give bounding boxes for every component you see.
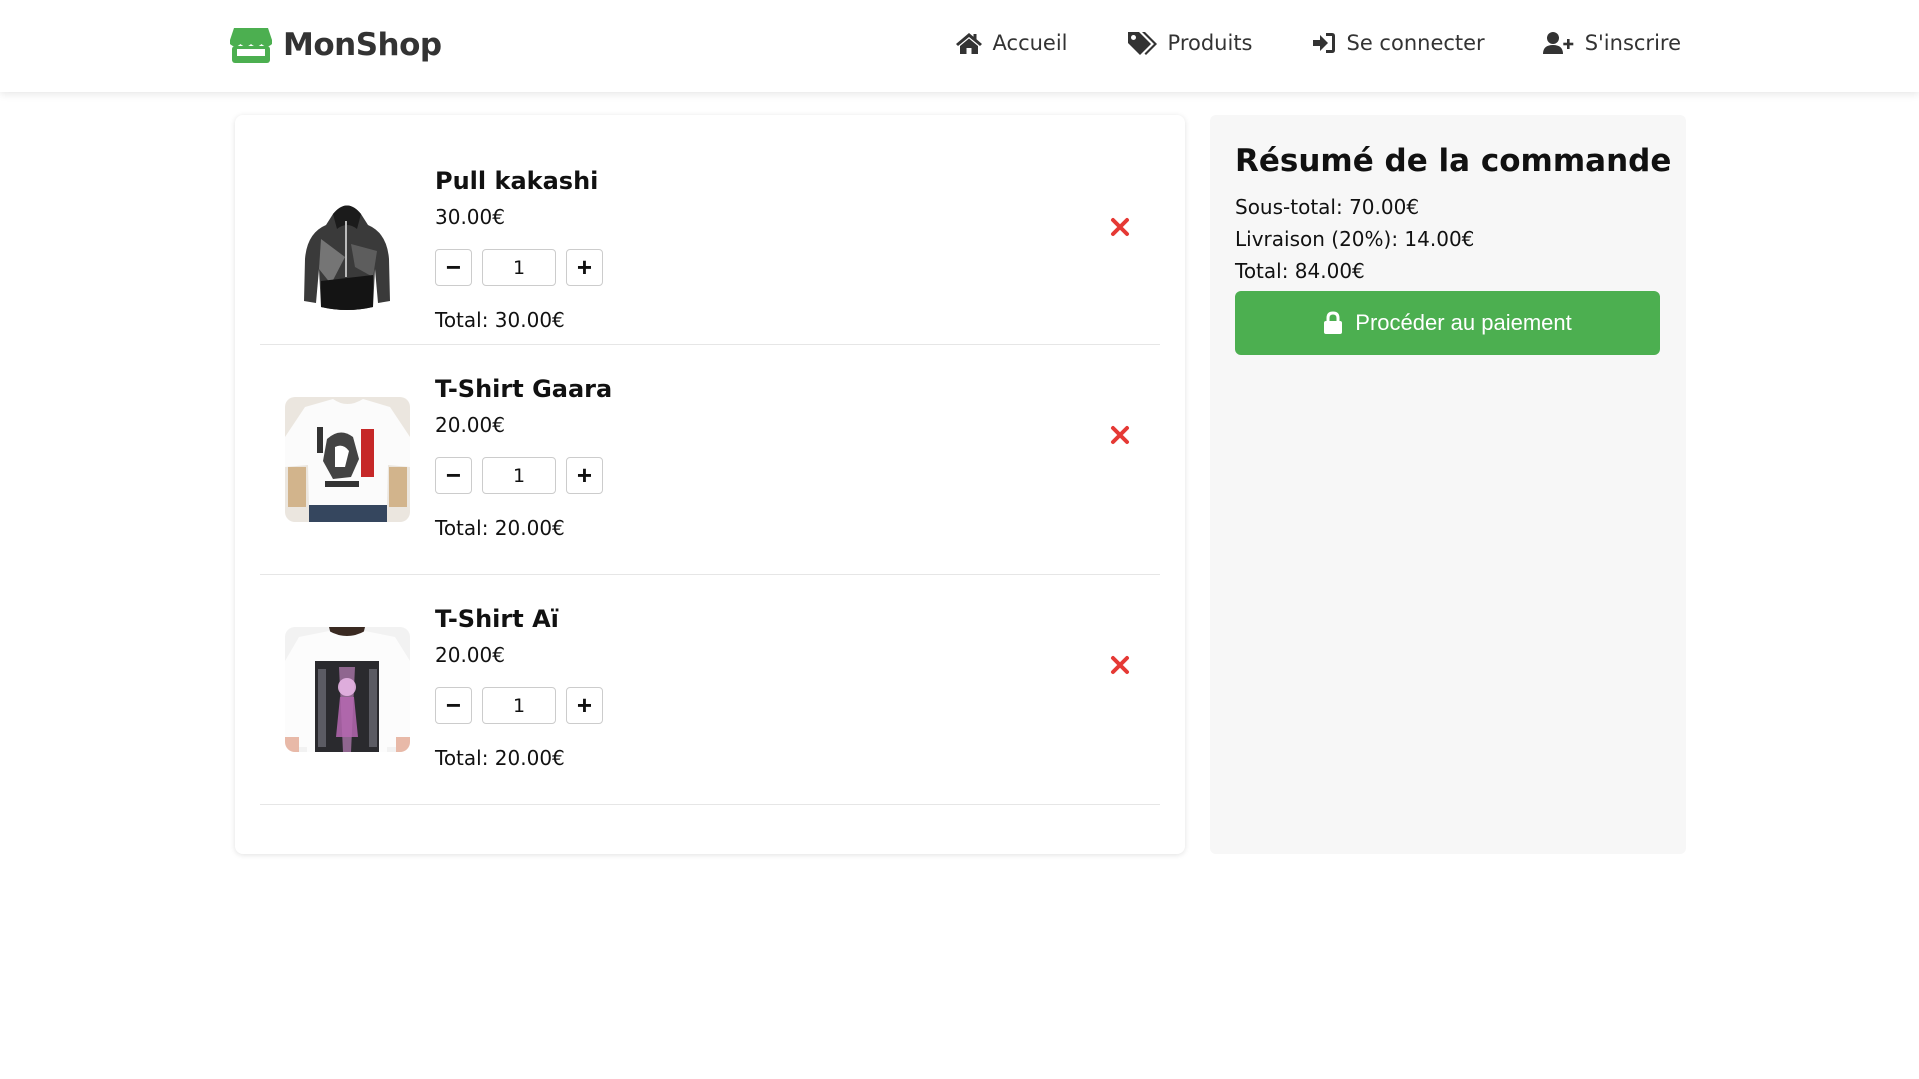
summary-subtotal: Sous-total: 70.00€ (1235, 195, 1420, 219)
close-icon (1111, 426, 1129, 444)
store-icon (230, 28, 272, 63)
summary-title: Résumé de la commande (1235, 143, 1672, 179)
cart-item: T-Shirt Aï 20.00€ − + Total: 20.00€ (260, 575, 1160, 805)
item-name: T-Shirt Gaara (435, 375, 613, 403)
home-icon (955, 33, 982, 54)
remove-item-button[interactable] (1105, 212, 1135, 242)
nav-label-sinscrire: S'inscrire (1584, 31, 1681, 55)
brand-name: MonShop (283, 27, 442, 63)
nav-links: Accueil Produits Se connecter S'inscrire (955, 30, 1681, 56)
lock-icon (1324, 311, 1343, 334)
quantity-stepper: − + (435, 457, 612, 494)
summary-shipping: Livraison (20%): 14.00€ (1235, 227, 1475, 251)
product-image-pull-kakashi (285, 189, 410, 314)
brand-logo[interactable]: MonShop (229, 26, 442, 64)
summary-total: Total: 84.00€ (1235, 259, 1365, 283)
order-summary: Résumé de la commande Sous-total: 70.00€… (1210, 115, 1686, 854)
product-image-tshirt-gaara (285, 397, 410, 522)
close-icon (1111, 656, 1129, 674)
quantity-stepper: − + (435, 249, 603, 286)
decrease-quantity-button[interactable]: − (435, 687, 472, 724)
remove-item-button[interactable] (1105, 420, 1135, 450)
increase-quantity-button[interactable]: + (566, 249, 603, 286)
product-image-tshirt-ai (285, 627, 410, 752)
item-price: 20.00€ (435, 413, 505, 437)
item-info: T-Shirt Aï 20.00€ − + Total: 20.00€ (435, 605, 603, 770)
nav-link-sinscrire[interactable]: S'inscrire (1542, 30, 1681, 56)
navbar: MonShop Accueil Produits Se connecter S'… (0, 0, 1919, 92)
remove-item-button[interactable] (1105, 650, 1135, 680)
item-info: Pull kakashi 30.00€ − + Total: 30.00€ (435, 167, 603, 332)
checkout-label: Procéder au paiement (1355, 310, 1572, 335)
item-name: T-Shirt Aï (435, 605, 559, 633)
nav-label-se-connecter: Se connecter (1346, 31, 1485, 55)
decrease-quantity-button[interactable]: − (435, 457, 472, 494)
decrease-quantity-button[interactable]: − (435, 249, 472, 286)
nav-link-se-connecter[interactable]: Se connecter (1311, 30, 1485, 56)
quantity-stepper: − + (435, 687, 603, 724)
cart-item: Pull kakashi 30.00€ − + Total: 30.00€ (260, 115, 1160, 345)
cart-panel: Pull kakashi 30.00€ − + Total: 30.00€ (235, 115, 1185, 854)
sign-in-icon (1312, 33, 1335, 53)
item-total: Total: 20.00€ (435, 516, 565, 540)
close-icon (1111, 218, 1129, 236)
increase-quantity-button[interactable]: + (566, 457, 603, 494)
item-name: Pull kakashi (435, 167, 599, 195)
item-price: 30.00€ (435, 205, 505, 229)
quantity-input[interactable] (482, 687, 556, 724)
cart-item: T-Shirt Gaara 20.00€ − + Total: 20.00€ (260, 345, 1160, 575)
checkout-button[interactable]: Procéder au paiement (1235, 291, 1660, 355)
tags-icon (1127, 32, 1157, 55)
nav-link-produits[interactable]: Produits (1126, 30, 1253, 56)
item-total: Total: 20.00€ (435, 746, 565, 770)
nav-label-accueil: Accueil (992, 31, 1068, 55)
item-info: T-Shirt Gaara 20.00€ − + Total: 20.00€ (435, 375, 612, 540)
item-total: Total: 30.00€ (435, 308, 565, 332)
quantity-input[interactable] (482, 457, 556, 494)
item-price: 20.00€ (435, 643, 505, 667)
nav-link-accueil[interactable]: Accueil (955, 30, 1068, 56)
nav-label-produits: Produits (1167, 31, 1253, 55)
user-plus-icon (1542, 32, 1574, 54)
increase-quantity-button[interactable]: + (566, 687, 603, 724)
quantity-input[interactable] (482, 249, 556, 286)
